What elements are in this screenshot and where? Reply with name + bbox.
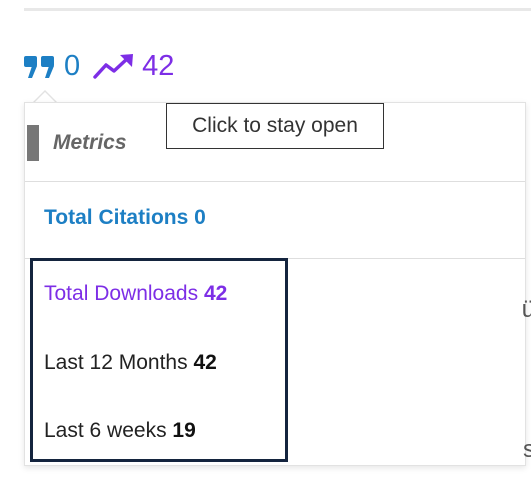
background-text-fragment: s [523, 436, 531, 463]
citations-section: Total Citations 0 [25, 182, 525, 259]
last-6-weeks-label: Last 6 weeks [44, 419, 167, 442]
last-6-weeks-value: 19 [172, 419, 196, 442]
total-downloads-value: 42 [203, 282, 228, 305]
last-12-months-value: 42 [193, 351, 217, 374]
metrics-popover: Metrics Total Citations 0 Total Download… [24, 102, 526, 466]
total-downloads-label: Total Downloads [44, 282, 199, 305]
divider [24, 8, 531, 11]
download-count: 42 [142, 49, 175, 82]
total-citations-value: 0 [194, 206, 206, 229]
metrics-bar-icon [27, 125, 39, 161]
metrics-summary[interactable]: 0 42 [22, 46, 174, 86]
quote-icon [24, 56, 54, 78]
last-12-months-label: Last 12 Months [44, 351, 188, 374]
tooltip: Click to stay open [166, 103, 384, 149]
total-citations-label: Total Citations [44, 206, 189, 229]
total-citations[interactable]: Total Citations 0 [44, 206, 206, 230]
metrics-title: Metrics [53, 131, 127, 154]
last-6-weeks: Last 6 weeks 19 [44, 419, 196, 443]
background-text-fragment: ü [521, 296, 531, 323]
total-downloads[interactable]: Total Downloads 42 [44, 282, 227, 306]
trending-up-icon [93, 54, 134, 79]
citation-count: 0 [64, 49, 81, 82]
last-12-months: Last 12 Months 42 [44, 351, 217, 375]
